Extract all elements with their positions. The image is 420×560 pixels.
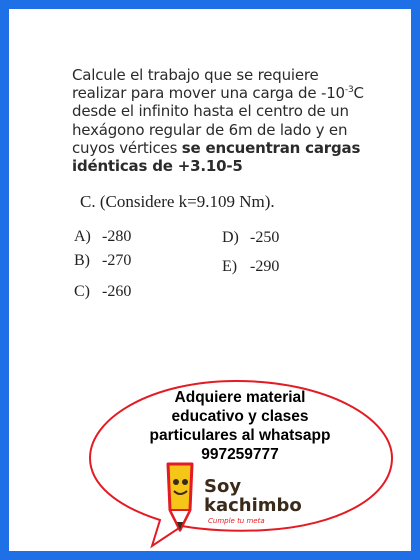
logo-word-kachimbo: kachimbo: [204, 495, 302, 516]
problem-line-6: idénticas de +3.10-5: [72, 157, 243, 176]
pencil-logo-icon: [160, 460, 200, 534]
problem-line-1: Calcule el trabajo que se requiere: [72, 66, 319, 84]
problem-statement: Calcule el trabajo que se requiere reali…: [72, 66, 372, 175]
constant-note: C. (Considere k=9.109 Nm).: [80, 192, 275, 211]
option-d: D) -250: [222, 229, 280, 246]
promo-line-3: particulares al whatsapp: [149, 427, 331, 444]
option-e: E) -290: [222, 258, 280, 275]
whatsapp-number: 997259777: [201, 446, 279, 463]
logo-slogan: Cumple tu meta: [208, 517, 265, 525]
option-c: C) -260: [74, 283, 132, 300]
logo-word-soy: Soy: [204, 476, 242, 497]
promo-line-2: educativo y clases: [171, 408, 309, 425]
problem-line-4: hexágono regular de 6m de lado y en: [72, 120, 348, 139]
option-a: A) -280: [74, 228, 132, 245]
promo-line-1: Adquiere material: [174, 389, 306, 406]
option-b: B) -270: [74, 252, 132, 269]
promo-text: Adquiere material educativo y clases par…: [100, 388, 380, 464]
problem-line-2: realizar para mover una carga de -10-3C: [72, 84, 364, 103]
problem-line-5: cuyos vértices se encuentran cargas: [72, 138, 361, 157]
problem-line-3: desde el infinito hasta el centro de un: [72, 102, 349, 121]
